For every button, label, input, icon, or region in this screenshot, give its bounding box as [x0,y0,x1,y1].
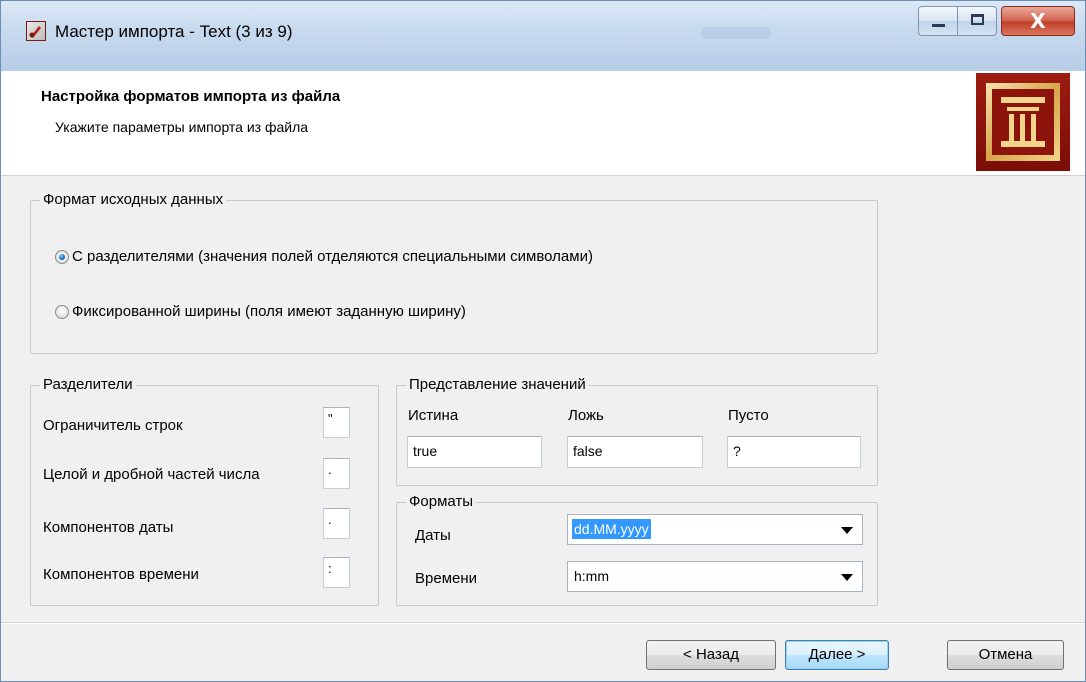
maximize-button[interactable] [957,6,997,36]
title-bar[interactable]: Мастер импорта - Text (3 из 9) X [1,1,1085,71]
radio-unchecked-icon[interactable] [55,305,69,319]
delimited-radio-label[interactable]: С разделителями (значения полей отделяют… [72,248,593,266]
source-format-legend: Формат исходных данных [40,191,227,209]
date-separator-input[interactable]: . [323,508,350,539]
time-format-value[interactable]: h:mm [572,566,611,586]
row-delimiter-label: Ограничитель строк [43,417,183,434]
date-format-value[interactable]: dd.MM.yyyy [572,519,651,539]
import-wizard-window: Мастер импорта - Text (3 из 9) X Настрой… [0,0,1086,682]
time-format-label: Времени [415,570,478,587]
date-separator-label: Компонентов даты [43,519,174,536]
false-label: Ложь [568,407,604,424]
empty-label: Пусто [728,407,769,424]
chevron-down-icon[interactable] [841,574,853,581]
source-format-group: Формат исходных данных С разделителями (… [30,191,878,354]
close-icon: X [1030,9,1046,33]
close-button[interactable]: X [1001,6,1075,36]
true-value-input[interactable]: true [407,436,542,468]
formats-group: Форматы Даты dd.MM.yyyy Времени h:mm [396,493,878,606]
decimal-separator-input[interactable]: . [323,458,350,489]
page-subtitle: Укажите параметры импорта из файла [55,119,309,135]
page-title: Настройка форматов импорта из файла [41,88,341,105]
true-label: Истина [408,407,459,424]
date-format-label: Даты [415,527,451,544]
radio-checked-icon[interactable] [55,250,69,264]
separators-legend: Разделители [40,376,136,394]
value-representation-group: Представление значений Истина Ложь Пусто… [396,376,878,486]
window-title: Мастер импорта - Text (3 из 9) [55,22,293,41]
minimize-icon [932,24,945,27]
wizard-header: Настройка форматов импорта из файла Укаж… [1,71,1085,176]
row-delimiter-input[interactable]: " [323,407,350,438]
chevron-down-icon[interactable] [841,527,853,534]
decimal-separator-label: Целой и дробной частей числа [43,466,260,483]
next-button[interactable]: Далее > [785,640,889,670]
fixed-width-radio-label[interactable]: Фиксированной ширины (поля имеют заданну… [72,303,466,321]
time-separator-label: Компонентов времени [43,566,199,583]
title-bar-blur [701,27,771,39]
fixed-width-radio-option[interactable]: Фиксированной ширины (поля имеют заданну… [55,303,466,321]
time-format-combobox[interactable]: h:mm [567,561,863,592]
back-button[interactable]: < Назад [646,640,776,670]
empty-value-input[interactable]: ? [727,436,861,468]
delimited-radio-option[interactable]: С разделителями (значения полей отделяют… [55,248,593,266]
maximize-icon [971,14,984,25]
minimize-button[interactable] [918,6,958,36]
date-format-combobox[interactable]: dd.MM.yyyy [567,514,863,545]
value-representation-legend: Представление значений [406,376,589,394]
time-separator-input[interactable]: : [323,557,350,588]
separators-group: Разделители Ограничитель строк " Целой и… [30,376,379,606]
footer-divider [1,622,1085,624]
formats-legend: Форматы [406,493,477,511]
columns-building-logo-icon [976,73,1070,171]
cancel-button[interactable]: Отмена [947,640,1064,670]
app-icon [26,21,46,41]
false-value-input[interactable]: false [567,436,703,468]
